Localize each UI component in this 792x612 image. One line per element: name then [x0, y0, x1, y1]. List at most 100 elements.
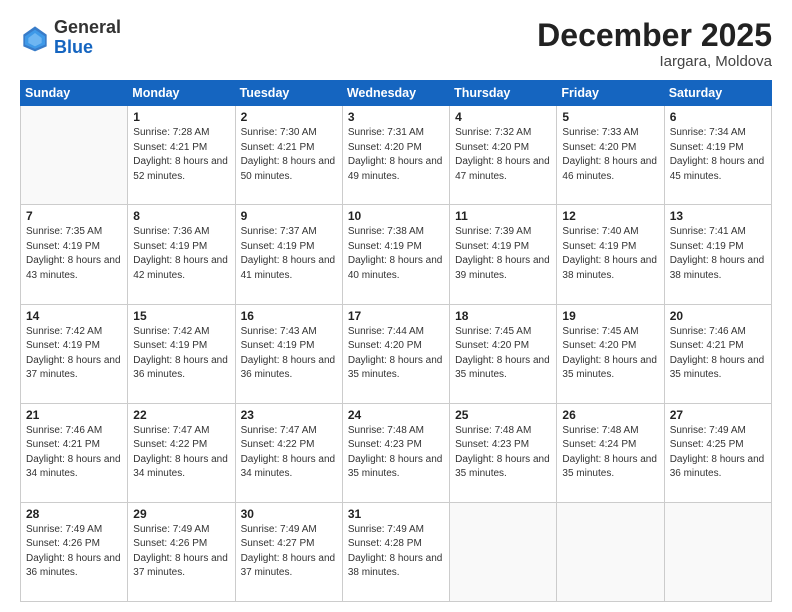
day-info: Sunrise: 7:45 AMSunset: 4:20 PMDaylight:… [562, 325, 658, 383]
calendar-cell: 19 Sunrise: 7:45 AMSunset: 4:20 PMDayligh… [557, 304, 664, 403]
day-number: 1 [133, 110, 229, 124]
calendar-cell: 16Sunrise: 7:43 AMSunset: 4:19 PMDayligh… [235, 304, 342, 403]
day-info: Sunrise: 7:46 AMSunset: 4:21 PMDaylight:… [26, 424, 122, 482]
day-number: 5 [562, 110, 658, 124]
calendar-cell: 1 Sunrise: 7:28 AMSunset: 4:21 PMDaylight… [128, 106, 235, 205]
calendar-cell: 15Sunrise: 7:42 AMSunset: 4:19 PMDayligh… [128, 304, 235, 403]
calendar-cell: 30 Sunrise: 7:49 AMSunset: 4:27 PMDayligh… [235, 502, 342, 601]
day-number: 14 [26, 309, 122, 323]
calendar-cell: 24Sunrise: 7:48 AMSunset: 4:23 PMDayligh… [342, 403, 449, 502]
logo-general: General [54, 17, 121, 37]
calendar-cell: 14 Sunrise: 7:42 AMSunset: 4:19 PMDayligh… [21, 304, 128, 403]
day-info: Sunrise: 7:46 AMSunset: 4:21 PMDaylight:… [670, 325, 766, 383]
day-header-thursday: Thursday [450, 81, 557, 106]
day-info: Sunrise: 7:44 AMSunset: 4:20 PMDaylight:… [348, 325, 444, 383]
day-number: 10 [348, 209, 444, 223]
calendar-week-1: 7 Sunrise: 7:35 AMSunset: 4:19 PMDaylight… [21, 205, 772, 304]
day-header-tuesday: Tuesday [235, 81, 342, 106]
calendar-cell [450, 502, 557, 601]
calendar-header-row: SundayMondayTuesdayWednesdayThursdayFrid… [21, 81, 772, 106]
day-number: 18 [455, 309, 551, 323]
calendar-cell: 13 Sunrise: 7:41 AMSunset: 4:19 PMDayligh… [664, 205, 771, 304]
day-info: Sunrise: 7:48 AMSunset: 4:23 PMDaylight:… [348, 424, 444, 482]
day-info: Sunrise: 7:37 AMSunset: 4:19 PMDaylight:… [241, 225, 337, 283]
day-info: Sunrise: 7:30 AMSunset: 4:21 PMDaylight:… [241, 126, 337, 184]
calendar-cell: 25Sunrise: 7:48 AMSunset: 4:23 PMDayligh… [450, 403, 557, 502]
day-number: 16 [241, 309, 337, 323]
day-info: Sunrise: 7:28 AMSunset: 4:21 PMDaylight:… [133, 126, 229, 184]
day-header-friday: Friday [557, 81, 664, 106]
location: Iargara, Moldova [537, 53, 772, 70]
calendar-week-2: 14 Sunrise: 7:42 AMSunset: 4:19 PMDayligh… [21, 304, 772, 403]
day-info: Sunrise: 7:49 AMSunset: 4:26 PMDaylight:… [133, 523, 229, 581]
day-info: Sunrise: 7:32 AMSunset: 4:20 PMDaylight:… [455, 126, 551, 184]
calendar-cell: 10Sunrise: 7:38 AMSunset: 4:19 PMDayligh… [342, 205, 449, 304]
title-block: December 2025 Iargara, Moldova [537, 18, 772, 70]
day-number: 7 [26, 209, 122, 223]
day-header-wednesday: Wednesday [342, 81, 449, 106]
calendar-cell: 18 Sunrise: 7:45 AMSunset: 4:20 PMDayligh… [450, 304, 557, 403]
day-info: Sunrise: 7:36 AMSunset: 4:19 PMDaylight:… [133, 225, 229, 283]
logo-blue: Blue [54, 37, 93, 57]
day-number: 8 [133, 209, 229, 223]
calendar-cell: 12 Sunrise: 7:40 AMSunset: 4:19 PMDayligh… [557, 205, 664, 304]
day-number: 30 [241, 507, 337, 521]
header: General Blue December 2025 Iargara, Mold… [20, 18, 772, 70]
calendar-cell: 2 Sunrise: 7:30 AMSunset: 4:21 PMDaylight… [235, 106, 342, 205]
day-number: 12 [562, 209, 658, 223]
calendar-week-4: 28Sunrise: 7:49 AMSunset: 4:26 PMDayligh… [21, 502, 772, 601]
day-info: Sunrise: 7:35 AMSunset: 4:19 PMDaylight:… [26, 225, 122, 283]
calendar-table: SundayMondayTuesdayWednesdayThursdayFrid… [20, 80, 772, 602]
month-title: December 2025 [537, 18, 772, 53]
day-number: 22 [133, 408, 229, 422]
calendar-cell [557, 502, 664, 601]
page: General Blue December 2025 Iargara, Mold… [0, 0, 792, 612]
calendar-cell: 11 Sunrise: 7:39 AMSunset: 4:19 PMDayligh… [450, 205, 557, 304]
day-header-monday: Monday [128, 81, 235, 106]
day-number: 4 [455, 110, 551, 124]
day-number: 20 [670, 309, 766, 323]
day-info: Sunrise: 7:41 AMSunset: 4:19 PMDaylight:… [670, 225, 766, 283]
day-info: Sunrise: 7:45 AMSunset: 4:20 PMDaylight:… [455, 325, 551, 383]
logo-icon [20, 23, 50, 53]
calendar-cell: 3 Sunrise: 7:31 AMSunset: 4:20 PMDaylight… [342, 106, 449, 205]
day-number: 23 [241, 408, 337, 422]
day-info: Sunrise: 7:49 AMSunset: 4:28 PMDaylight:… [348, 523, 444, 581]
calendar-cell: 9Sunrise: 7:37 AMSunset: 4:19 PMDaylight… [235, 205, 342, 304]
calendar-cell: 22 Sunrise: 7:47 AMSunset: 4:22 PMDayligh… [128, 403, 235, 502]
day-header-sunday: Sunday [21, 81, 128, 106]
day-info: Sunrise: 7:49 AMSunset: 4:25 PMDaylight:… [670, 424, 766, 482]
calendar-cell: 29Sunrise: 7:49 AMSunset: 4:26 PMDayligh… [128, 502, 235, 601]
day-info: Sunrise: 7:40 AMSunset: 4:19 PMDaylight:… [562, 225, 658, 283]
day-number: 25 [455, 408, 551, 422]
day-number: 15 [133, 309, 229, 323]
day-info: Sunrise: 7:31 AMSunset: 4:20 PMDaylight:… [348, 126, 444, 184]
day-number: 27 [670, 408, 766, 422]
calendar-cell: 27 Sunrise: 7:49 AMSunset: 4:25 PMDayligh… [664, 403, 771, 502]
day-number: 11 [455, 209, 551, 223]
calendar-cell: 26Sunrise: 7:48 AMSunset: 4:24 PMDayligh… [557, 403, 664, 502]
day-number: 2 [241, 110, 337, 124]
day-number: 13 [670, 209, 766, 223]
calendar-cell: 23 Sunrise: 7:47 AMSunset: 4:22 PMDayligh… [235, 403, 342, 502]
day-info: Sunrise: 7:42 AMSunset: 4:19 PMDaylight:… [26, 325, 122, 383]
calendar-cell [664, 502, 771, 601]
day-number: 31 [348, 507, 444, 521]
calendar-cell: 7 Sunrise: 7:35 AMSunset: 4:19 PMDaylight… [21, 205, 128, 304]
calendar-cell: 17 Sunrise: 7:44 AMSunset: 4:20 PMDayligh… [342, 304, 449, 403]
day-number: 17 [348, 309, 444, 323]
calendar-cell: 28Sunrise: 7:49 AMSunset: 4:26 PMDayligh… [21, 502, 128, 601]
calendar-cell: 31 Sunrise: 7:49 AMSunset: 4:28 PMDayligh… [342, 502, 449, 601]
logo-text: General Blue [54, 18, 121, 58]
day-info: Sunrise: 7:33 AMSunset: 4:20 PMDaylight:… [562, 126, 658, 184]
day-info: Sunrise: 7:49 AMSunset: 4:27 PMDaylight:… [241, 523, 337, 581]
day-number: 19 [562, 309, 658, 323]
calendar-cell [21, 106, 128, 205]
calendar-cell: 5 Sunrise: 7:33 AMSunset: 4:20 PMDaylight… [557, 106, 664, 205]
day-number: 3 [348, 110, 444, 124]
calendar-cell: 8 Sunrise: 7:36 AMSunset: 4:19 PMDaylight… [128, 205, 235, 304]
day-info: Sunrise: 7:47 AMSunset: 4:22 PMDaylight:… [133, 424, 229, 482]
day-info: Sunrise: 7:49 AMSunset: 4:26 PMDaylight:… [26, 523, 122, 581]
day-info: Sunrise: 7:39 AMSunset: 4:19 PMDaylight:… [455, 225, 551, 283]
day-info: Sunrise: 7:47 AMSunset: 4:22 PMDaylight:… [241, 424, 337, 482]
